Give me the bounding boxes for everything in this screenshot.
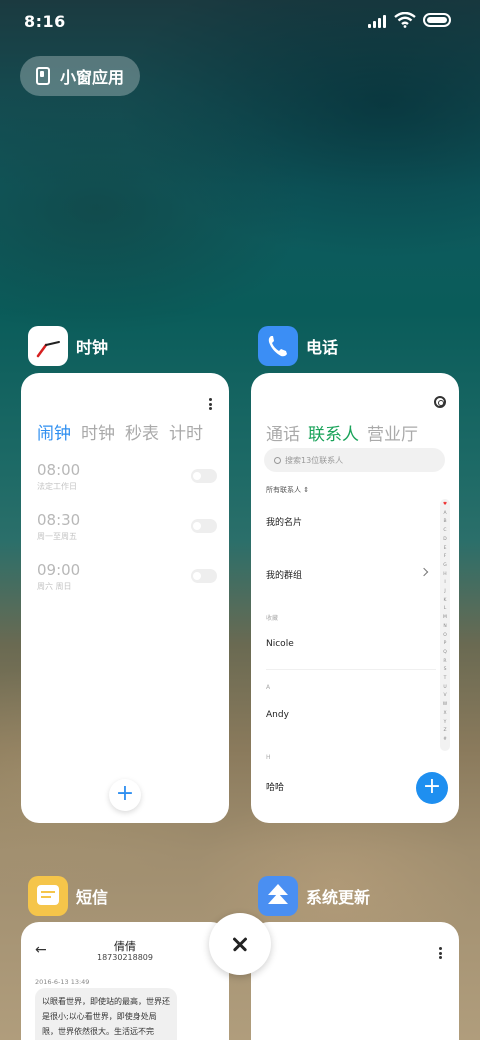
signal-icon — [368, 14, 390, 28]
my-groups-item[interactable]: 我的群组 — [266, 568, 302, 581]
alphabet-index-letter[interactable]: F — [444, 553, 447, 562]
alphabet-index-letter[interactable]: Z — [443, 727, 446, 736]
contact-item[interactable]: Andy — [266, 710, 289, 720]
tab-stopwatch[interactable]: 秒表 — [125, 419, 159, 444]
alphabet-index[interactable]: ♥ A B C D E F G H I J K L M N O P Q R S T U V W X Y Z # — [440, 499, 450, 751]
search-icon — [274, 456, 281, 464]
divider — [266, 669, 436, 670]
more-options-icon[interactable] — [439, 947, 442, 961]
contact-search-input[interactable]: 搜索13位联系人 — [264, 448, 445, 472]
alphabet-index-letter[interactable]: L — [444, 605, 447, 614]
add-contact-button[interactable]: + — [416, 772, 448, 804]
section-label-h: H — [266, 754, 271, 761]
alphabet-index-letter[interactable]: J — [444, 588, 445, 597]
alphabet-index-letter[interactable]: H — [443, 571, 446, 580]
alphabet-index-letter[interactable]: U — [443, 684, 446, 693]
all-contacts-filter[interactable]: 所有联系人 ⇕ — [266, 485, 309, 495]
alphabet-index-letter[interactable]: ♥ — [443, 501, 447, 510]
message-bubble: 以眼看世界，即使站的最高，世界还是很小;以心看世界，即使身处局限，世界依然很大。… — [35, 988, 177, 1040]
alarm-item[interactable]: 09:00 周六 周日 — [37, 561, 217, 601]
alphabet-index-letter[interactable]: E — [444, 545, 447, 554]
alarm-time: 08:30 — [37, 511, 81, 529]
update-app-name: 系统更新 — [306, 888, 371, 907]
alarm-desc: 法定工作日 — [37, 482, 77, 491]
alphabet-index-letter[interactable]: S — [444, 666, 447, 675]
update-app-header[interactable]: 系统更新 — [258, 876, 370, 916]
alarm-toggle[interactable] — [191, 519, 217, 533]
alphabet-index-letter[interactable]: W — [443, 701, 447, 710]
alphabet-index-letter[interactable]: O — [443, 632, 447, 641]
alphabet-index-letter[interactable]: B — [443, 518, 446, 527]
search-placeholder: 搜索13位联系人 — [285, 455, 344, 465]
alarm-time: 09:00 — [37, 561, 81, 579]
alarm-desc: 周一至周五 — [37, 532, 77, 541]
sms-contact-name: 倩倩 — [114, 940, 136, 953]
small-window-label: 小窗应用 — [60, 68, 125, 87]
phone-tabs: 通话 联系人 营业厅 — [266, 420, 418, 445]
alphabet-index-letter[interactable]: T — [444, 675, 447, 684]
alarm-desc: 周六 周日 — [37, 582, 72, 591]
alarm-toggle[interactable] — [191, 469, 217, 483]
alphabet-index-letter[interactable]: C — [443, 527, 446, 536]
alphabet-index-letter[interactable]: K — [444, 597, 447, 606]
tab-clock[interactable]: 时钟 — [81, 419, 115, 444]
clock-tabs: 闹钟 时钟 秒表 计时 — [37, 419, 203, 444]
alphabet-index-letter[interactable]: Y — [444, 719, 447, 728]
tab-timer[interactable]: 计时 — [169, 419, 203, 444]
alarm-item[interactable]: 08:00 法定工作日 — [37, 461, 217, 501]
more-options-icon[interactable] — [209, 398, 212, 412]
wifi-icon — [394, 12, 416, 28]
alphabet-index-letter[interactable]: X — [443, 710, 446, 719]
tab-calls[interactable]: 通话 — [266, 420, 300, 445]
alphabet-index-letter[interactable]: M — [443, 614, 447, 623]
alarm-toggle[interactable] — [191, 569, 217, 583]
sms-contact-number: 18730218809 — [97, 953, 153, 962]
clock-app-card[interactable]: 闹钟 时钟 秒表 计时 08:00 法定工作日 08:30 周一至周五 09:0… — [21, 373, 229, 823]
phone-app-icon — [258, 326, 298, 366]
contact-item[interactable]: Nicole — [266, 639, 294, 649]
my-card-item[interactable]: 我的名片 — [266, 515, 302, 528]
settings-icon[interactable] — [434, 396, 446, 408]
section-label-a: A — [266, 684, 271, 691]
small-window-icon — [36, 67, 50, 85]
alphabet-index-letter[interactable]: Q — [443, 649, 447, 658]
sms-app-card[interactable]: ← 倩倩 18730218809 2016-6-13 13:49 以眼看世界，即… — [21, 922, 229, 1040]
battery-icon — [423, 13, 451, 27]
alphabet-index-letter[interactable]: V — [443, 692, 446, 701]
clock-app-icon — [28, 326, 68, 366]
sms-app-name: 短信 — [76, 888, 109, 907]
alphabet-index-letter[interactable]: R — [443, 658, 446, 667]
tab-contacts[interactable]: 联系人 — [308, 420, 359, 445]
sms-app-header[interactable]: 短信 — [28, 876, 108, 916]
tab-alarm[interactable]: 闹钟 — [37, 419, 71, 444]
alarm-time: 08:00 — [37, 461, 81, 479]
alphabet-index-letter[interactable]: D — [443, 536, 446, 545]
phone-app-name: 电话 — [306, 338, 339, 357]
system-update-app-card[interactable] — [251, 922, 459, 1040]
tab-service-hall[interactable]: 营业厅 — [367, 420, 418, 445]
small-window-apps-button[interactable]: 小窗应用 — [20, 56, 140, 96]
alarm-item[interactable]: 08:30 周一至周五 — [37, 511, 217, 551]
chevron-right-icon — [419, 567, 429, 577]
add-alarm-button[interactable]: + — [109, 779, 141, 811]
status-time: 8:16 — [24, 12, 66, 31]
alphabet-index-letter[interactable]: P — [444, 640, 447, 649]
message-timestamp: 2016-6-13 13:49 — [35, 978, 90, 986]
system-update-app-icon — [258, 876, 298, 916]
sms-app-icon — [28, 876, 68, 916]
contact-item[interactable]: 哈哈 — [266, 780, 284, 793]
alphabet-index-letter[interactable]: N — [443, 623, 446, 632]
clock-app-name: 时钟 — [76, 338, 109, 357]
clock-app-header[interactable]: 时钟 — [28, 326, 108, 366]
phone-app-card[interactable]: 通话 联系人 营业厅 搜索13位联系人 所有联系人 ⇕ 我的名片 我的群组 收藏… — [251, 373, 459, 823]
alphabet-index-letter[interactable]: # — [443, 736, 447, 745]
status-bar: 8:16 — [0, 0, 480, 40]
alphabet-index-letter[interactable]: A — [443, 510, 446, 519]
close-all-button[interactable] — [209, 913, 271, 975]
phone-app-header[interactable]: 电话 — [258, 326, 338, 366]
alphabet-index-letter[interactable]: I — [444, 579, 445, 588]
favorites-section-label: 收藏 — [266, 615, 279, 622]
alphabet-index-letter[interactable]: G — [443, 562, 447, 571]
